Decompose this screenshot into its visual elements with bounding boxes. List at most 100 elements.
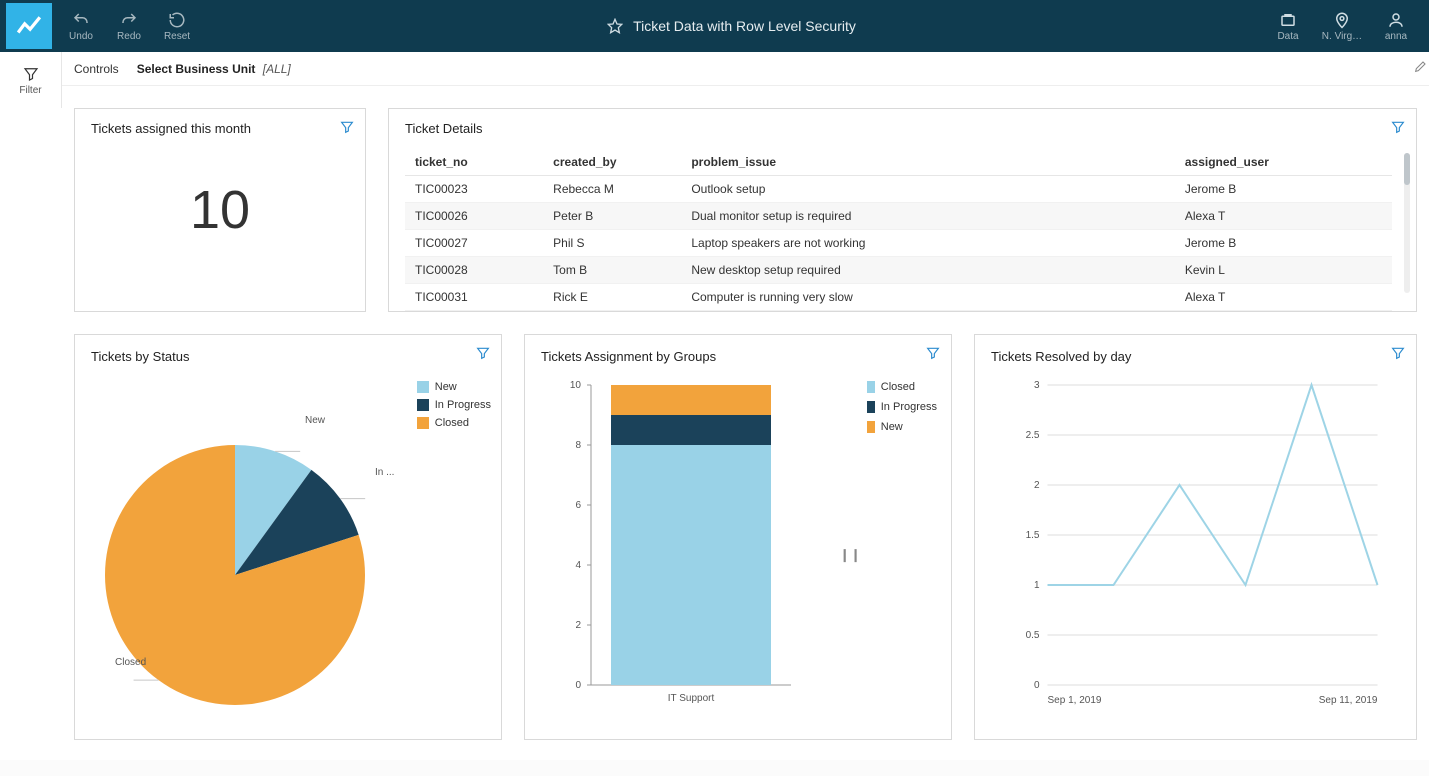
legend-item-new[interactable]: New bbox=[867, 421, 937, 433]
data-button[interactable]: Data bbox=[1263, 3, 1313, 49]
undo-label: Undo bbox=[69, 31, 93, 42]
legend-item-in-progress[interactable]: In Progress bbox=[867, 401, 937, 413]
filter-icon[interactable] bbox=[475, 345, 491, 361]
table-cell: Outlook setup bbox=[681, 176, 1175, 203]
redo-label: Redo bbox=[117, 31, 141, 42]
business-unit-selector[interactable]: Select Business Unit [ALL] bbox=[137, 62, 291, 76]
col-ticket-no[interactable]: ticket_no bbox=[405, 149, 543, 176]
pie-chart: New In Progress Closed New In ... Closed bbox=[85, 375, 491, 729]
svg-text:0.5: 0.5 bbox=[1026, 630, 1040, 641]
table-cell: Jerome B bbox=[1175, 230, 1392, 257]
user-label: anna bbox=[1385, 31, 1407, 42]
svg-text:1.5: 1.5 bbox=[1026, 530, 1040, 541]
pie-slice-label-closed: Closed bbox=[115, 657, 146, 668]
pie-slice-label-new: New bbox=[305, 415, 325, 426]
pie-title: Tickets by Status bbox=[91, 349, 190, 364]
svg-text:Sep 11, 2019: Sep 11, 2019 bbox=[1319, 695, 1378, 706]
card-ticket-details[interactable]: Ticket Details ticket_no created_by prob… bbox=[388, 108, 1417, 312]
table-cell: TIC00026 bbox=[405, 203, 543, 230]
details-title: Ticket Details bbox=[405, 121, 483, 136]
data-label: Data bbox=[1277, 31, 1298, 42]
card-tickets-assignment-by-groups[interactable]: Tickets Assignment by Groups Closed In P… bbox=[524, 334, 952, 740]
legend-item-closed[interactable]: Closed bbox=[417, 417, 491, 429]
card-tickets-by-status[interactable]: Tickets by Status New In Progress Closed bbox=[74, 334, 502, 740]
top-actions: Undo Redo Reset bbox=[58, 3, 200, 49]
filter-label: Filter bbox=[19, 85, 41, 96]
filter-button[interactable]: Filter bbox=[0, 52, 62, 108]
filter-icon[interactable] bbox=[1390, 345, 1406, 361]
svg-text:0: 0 bbox=[1034, 680, 1040, 691]
table-row[interactable]: TIC00028Tom BNew desktop setup requiredK… bbox=[405, 257, 1392, 284]
table-cell: TIC00028 bbox=[405, 257, 543, 284]
app-logo[interactable] bbox=[6, 3, 52, 49]
top-right-actions: Data N. Virg… anna bbox=[1263, 3, 1423, 49]
pie-slice-label-in-progress: In ... bbox=[375, 467, 394, 478]
table-cell: Tom B bbox=[543, 257, 681, 284]
table-row[interactable]: TIC00027Phil SLaptop speakers are not wo… bbox=[405, 230, 1392, 257]
undo-button[interactable]: Undo bbox=[58, 3, 104, 49]
table-cell: TIC00027 bbox=[405, 230, 543, 257]
table-cell: New desktop setup required bbox=[681, 257, 1175, 284]
col-assigned-user[interactable]: assigned_user bbox=[1175, 149, 1392, 176]
table-cell: Alexa T bbox=[1175, 203, 1392, 230]
table-cell: Phil S bbox=[543, 230, 681, 257]
region-label: N. Virg… bbox=[1322, 31, 1362, 42]
svg-text:IT Support: IT Support bbox=[668, 693, 715, 704]
table-row[interactable]: TIC00031Rick EComputer is running very s… bbox=[405, 284, 1392, 311]
star-icon[interactable] bbox=[607, 18, 623, 34]
svg-text:0: 0 bbox=[575, 680, 581, 691]
table-cell: Computer is running very slow bbox=[681, 284, 1175, 311]
region-button[interactable]: N. Virg… bbox=[1317, 3, 1367, 49]
filter-icon[interactable] bbox=[925, 345, 941, 361]
legend-item-new[interactable]: New bbox=[417, 381, 491, 393]
svg-text:4: 4 bbox=[575, 560, 581, 571]
table-row[interactable]: TIC00023Rebecca MOutlook setupJerome B bbox=[405, 176, 1392, 203]
page-title-area: Ticket Data with Row Level Security bbox=[200, 18, 1263, 34]
bar-chart: Closed In Progress New ❙❙ 0246810IT Supp… bbox=[535, 375, 941, 729]
svg-text:8: 8 bbox=[575, 440, 581, 451]
page-title: Ticket Data with Row Level Security bbox=[633, 18, 856, 34]
controls-label: Controls bbox=[74, 62, 119, 76]
filter-icon[interactable] bbox=[339, 119, 355, 135]
selector-label: Select Business Unit bbox=[137, 62, 256, 76]
table-cell: Alexa T bbox=[1175, 284, 1392, 311]
table-cell: Peter B bbox=[543, 203, 681, 230]
svg-text:1: 1 bbox=[1034, 580, 1040, 591]
redo-button[interactable]: Redo bbox=[106, 3, 152, 49]
user-button[interactable]: anna bbox=[1371, 3, 1421, 49]
top-bar: Undo Redo Reset Ticket Data with Row Lev… bbox=[0, 0, 1429, 52]
col-problem-issue[interactable]: problem_issue bbox=[681, 149, 1175, 176]
svg-text:6: 6 bbox=[575, 500, 581, 511]
card-tickets-resolved-by-day[interactable]: Tickets Resolved by day 0 0.5 1 1.5 2 2.5 3 Sep… bbox=[974, 334, 1417, 740]
table-cell: TIC00023 bbox=[405, 176, 543, 203]
svg-text:10: 10 bbox=[570, 380, 582, 391]
line-chart: 0 0.5 1 1.5 2 2.5 3 Sep 1, 2019 Sep 11, 2019 bbox=[985, 375, 1406, 729]
table-header-row: ticket_no created_by problem_issue assig… bbox=[405, 149, 1392, 176]
table-cell: TIC00031 bbox=[405, 284, 543, 311]
legend-item-in-progress[interactable]: In Progress bbox=[417, 399, 491, 411]
table-scrollbar[interactable] bbox=[1404, 153, 1410, 293]
table-cell: Rebecca M bbox=[543, 176, 681, 203]
col-created-by[interactable]: created_by bbox=[543, 149, 681, 176]
edit-icon[interactable] bbox=[1413, 58, 1429, 77]
card-tickets-assigned[interactable]: Tickets assigned this month 10 bbox=[74, 108, 366, 312]
table-cell: Dual monitor setup is required bbox=[681, 203, 1175, 230]
svg-text:Sep 1, 2019: Sep 1, 2019 bbox=[1048, 695, 1102, 706]
table-cell: Laptop speakers are not working bbox=[681, 230, 1175, 257]
svg-text:2: 2 bbox=[575, 620, 581, 631]
ticket-details-table: ticket_no created_by problem_issue assig… bbox=[405, 149, 1392, 311]
selector-value: [ALL] bbox=[263, 62, 291, 76]
dashboard-body: Tickets assigned this month 10 Ticket De… bbox=[62, 108, 1429, 760]
reset-label: Reset bbox=[164, 31, 190, 42]
svg-text:2.5: 2.5 bbox=[1026, 430, 1040, 441]
bar-title: Tickets Assignment by Groups bbox=[541, 349, 716, 364]
reset-button[interactable]: Reset bbox=[154, 3, 200, 49]
line-title: Tickets Resolved by day bbox=[991, 349, 1131, 364]
metric-value: 10 bbox=[190, 179, 250, 241]
svg-text:3: 3 bbox=[1034, 380, 1040, 391]
svg-text:2: 2 bbox=[1034, 480, 1040, 491]
legend-item-closed[interactable]: Closed bbox=[867, 381, 937, 393]
table-row[interactable]: TIC00026Peter BDual monitor setup is req… bbox=[405, 203, 1392, 230]
filter-icon[interactable] bbox=[1390, 119, 1406, 135]
controls-bar: Controls Select Business Unit [ALL] bbox=[62, 52, 1429, 86]
